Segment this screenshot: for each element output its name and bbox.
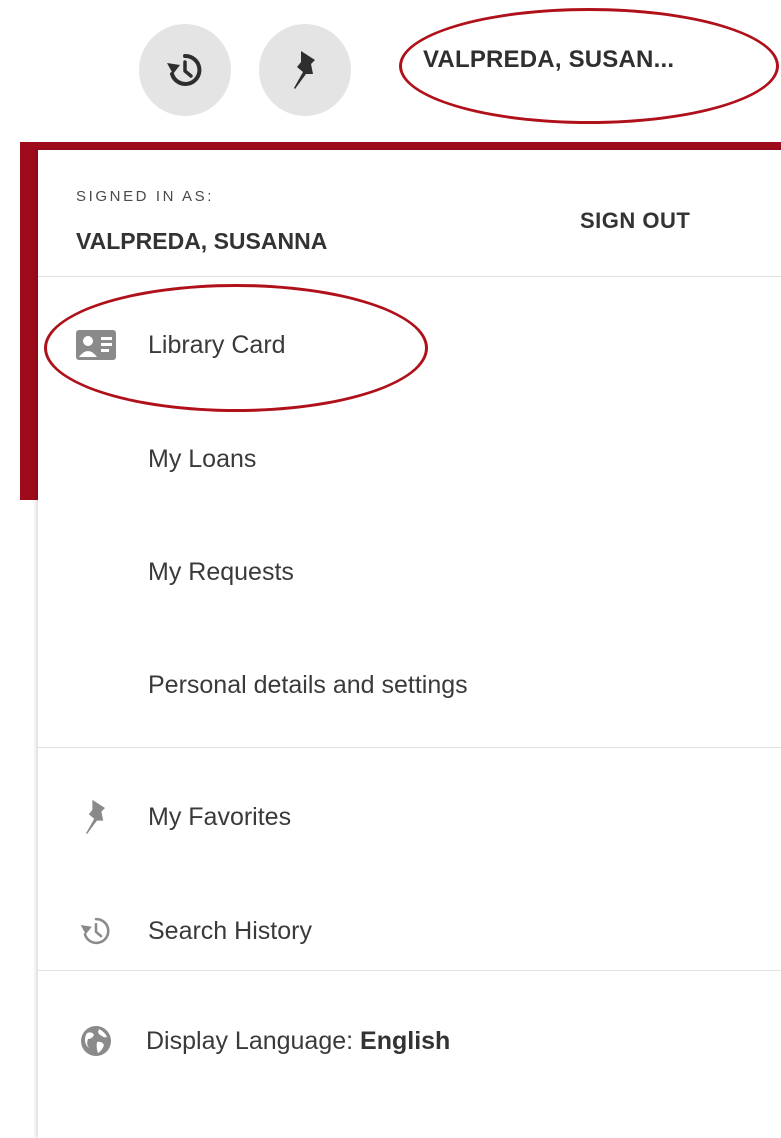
signed-in-label: SIGNED IN AS:: [76, 188, 214, 205]
signed-in-user-name: VALPREDA, SUSANNA: [76, 228, 328, 254]
pushpin-icon: [76, 799, 116, 835]
id-card-icon: [76, 327, 116, 363]
divider: [38, 970, 781, 971]
user-dropdown-panel: SIGNED IN AS: VALPREDA, SUSANNA SIGN OUT…: [38, 150, 781, 1138]
menu-item-library-card[interactable]: Library Card: [38, 310, 781, 380]
display-language-selector[interactable]: Display Language: English: [38, 1006, 781, 1076]
menu-item-my-favorites[interactable]: My Favorites: [38, 782, 781, 852]
menu-item-search-history[interactable]: Search History: [38, 896, 781, 966]
favorites-button[interactable]: [259, 24, 351, 116]
pushpin-icon: [294, 51, 315, 89]
display-language-label: Display Language: English: [146, 1027, 450, 1056]
page: VALPREDA, SUSAN... SIGNED IN AS: VALPRED…: [0, 0, 781, 1138]
menu-item-label: Library Card: [148, 330, 286, 359]
menu-item-personal-details[interactable]: Personal details and settings: [38, 650, 781, 720]
user-menu-toggle[interactable]: VALPREDA, SUSAN...: [423, 46, 674, 74]
display-language-value: English: [360, 1026, 451, 1055]
menu-item-label: My Loans: [148, 444, 257, 473]
menu-item-label: My Requests: [148, 557, 294, 586]
divider: [38, 747, 781, 748]
menu-item-my-requests[interactable]: My Requests: [38, 537, 781, 607]
history-icon: [167, 53, 202, 86]
search-history-button[interactable]: [139, 24, 231, 116]
sign-out-button[interactable]: SIGN OUT: [580, 208, 690, 234]
globe-icon: [76, 1023, 116, 1059]
history-icon: [76, 913, 116, 949]
menu-item-label: Search History: [148, 916, 312, 945]
divider: [38, 276, 781, 277]
menu-item-my-loans[interactable]: My Loans: [38, 424, 781, 494]
menu-item-label: My Favorites: [148, 802, 292, 831]
display-language-prefix: Display Language:: [146, 1026, 354, 1055]
menu-item-label: Personal details and settings: [148, 670, 468, 699]
